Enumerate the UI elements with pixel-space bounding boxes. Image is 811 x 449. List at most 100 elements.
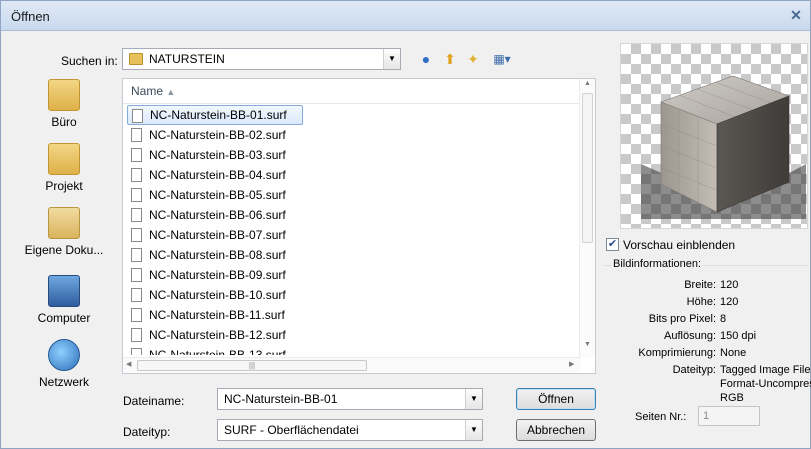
width-label: Breite: [684, 279, 716, 291]
up-folder-icon[interactable]: ⬆ [441, 50, 459, 68]
title-bar: Öffnen ✕ [1, 1, 810, 31]
file-name: NC-Naturstein-BB-12.surf [149, 328, 286, 342]
document-icon [131, 268, 142, 282]
document-icon [131, 328, 142, 342]
place-eigene-dokumente[interactable]: Eigene Doku... [9, 207, 119, 257]
file-name: NC-Naturstein-BB-03.surf [149, 148, 286, 162]
network-icon [48, 339, 80, 371]
file-row[interactable]: NC-Naturstein-BB-09.surf [127, 265, 303, 285]
place-computer[interactable]: Computer [9, 275, 119, 325]
preview-image [620, 43, 808, 229]
horizontal-scrollbar[interactable]: ◀ ||| ▶ [123, 357, 581, 373]
horizontal-scroll-thumb[interactable]: ||| [137, 360, 367, 371]
vertical-scrollbar[interactable]: ▲ ▼ [579, 79, 595, 357]
lookin-value: NATURSTEIN [149, 52, 225, 66]
place-label: Netzwerk [38, 375, 89, 389]
pages-label: Seiten Nr.: [635, 411, 687, 423]
file-name: NC-Naturstein-BB-01.surf [150, 108, 287, 122]
file-name: NC-Naturstein-BB-06.surf [149, 208, 286, 222]
chevron-down-icon[interactable]: ▼ [465, 389, 482, 409]
filetype-info-label: Dateityp: [672, 364, 716, 376]
document-icon [131, 348, 142, 355]
file-name: NC-Naturstein-BB-13.surf [149, 348, 286, 355]
place-label: Eigene Doku... [24, 243, 104, 257]
height-label: Höhe: [686, 296, 716, 308]
file-row[interactable]: NC-Naturstein-BB-01.surf [127, 105, 303, 125]
sort-ascending-icon: ▲ [166, 87, 176, 97]
file-name: NC-Naturstein-BB-07.surf [149, 228, 286, 242]
file-row[interactable]: NC-Naturstein-BB-08.surf [127, 245, 303, 265]
resolution-label: Auflösung: [664, 330, 716, 342]
width-value: 120 [720, 279, 739, 291]
file-name: NC-Naturstein-BB-08.surf [149, 248, 286, 262]
filetype-value: SURF - Oberflächendatei [224, 423, 359, 437]
column-header-name[interactable]: Name ▲ [123, 79, 581, 104]
show-preview-checkbox[interactable]: ✔ [606, 238, 619, 251]
back-icon[interactable]: ● [417, 50, 435, 68]
lookin-combo[interactable]: NATURSTEIN ▼ [122, 48, 401, 70]
show-preview-label: Vorschau einblenden [623, 238, 736, 252]
document-icon [131, 188, 142, 202]
filetype-info-value-1: Tagged Image File [720, 364, 811, 376]
chevron-down-icon[interactable]: ▼ [465, 420, 482, 440]
document-icon [131, 128, 142, 142]
filetype-select[interactable]: SURF - Oberflächendatei ▼ [217, 419, 483, 441]
file-row[interactable]: NC-Naturstein-BB-05.surf [127, 185, 303, 205]
close-icon[interactable]: ✕ [788, 7, 804, 23]
file-list[interactable]: Name ▲ NC-Naturstein-BB-01.surf NC-Naturs… [122, 78, 596, 374]
lookin-label: Suchen in: [61, 54, 118, 68]
file-row[interactable]: NC-Naturstein-BB-11.surf [127, 305, 303, 325]
file-row[interactable]: NC-Naturstein-BB-07.surf [127, 225, 303, 245]
image-info-keys: Breite: Höhe: Bits pro Pixel: Auflösung:… [604, 279, 716, 389]
place-projekt[interactable]: Projekt [9, 143, 119, 193]
document-icon [131, 148, 142, 162]
cancel-button[interactable]: Abbrechen [516, 419, 596, 441]
document-icon [132, 109, 143, 123]
file-row[interactable]: NC-Naturstein-BB-13.surf [127, 345, 303, 355]
document-icon [131, 208, 142, 222]
view-menu-icon[interactable]: ▦▾ [489, 50, 515, 68]
place-netzwerk[interactable]: Netzwerk [9, 339, 119, 389]
file-name: NC-Naturstein-BB-11.surf [149, 308, 285, 322]
file-name: NC-Naturstein-BB-02.surf [149, 128, 286, 142]
document-icon [131, 248, 142, 262]
document-icon [131, 228, 142, 242]
scroll-up-icon[interactable]: ▲ [584, 80, 591, 87]
compression-label: Komprimierung: [638, 347, 716, 359]
filename-label: Dateiname: [123, 394, 185, 408]
open-button[interactable]: Öffnen [516, 388, 596, 410]
scroll-left-icon[interactable]: ◀ [126, 360, 131, 368]
filename-field[interactable]: NC-Naturstein-BB-01 ▼ [217, 388, 483, 410]
file-row[interactable]: NC-Naturstein-BB-06.surf [127, 205, 303, 225]
chevron-down-icon[interactable]: ▼ [383, 49, 400, 69]
places-bar: Büro Projekt Eigene Doku... Computer Net… [9, 71, 119, 401]
window-title: Öffnen [11, 9, 50, 24]
document-icon [131, 308, 142, 322]
scroll-right-icon[interactable]: ▶ [569, 360, 574, 368]
scroll-down-icon[interactable]: ▼ [584, 341, 591, 348]
filetype-label: Dateityp: [123, 425, 171, 439]
place-buero[interactable]: Büro [9, 79, 119, 129]
bpp-value: 8 [720, 313, 727, 325]
stone-cube-image [641, 75, 806, 219]
place-label: Projekt [45, 179, 83, 193]
file-name: NC-Naturstein-BB-04.surf [149, 168, 286, 182]
vertical-scroll-thumb[interactable] [582, 93, 593, 243]
documents-folder-icon [48, 207, 80, 239]
open-dialog: Öffnen ✕ Suchen in: NATURSTEIN ▼ ● ⬆ ✦ ▦… [0, 0, 811, 449]
file-row[interactable]: NC-Naturstein-BB-04.surf [127, 165, 303, 185]
bpp-label: Bits pro Pixel: [648, 313, 716, 325]
file-row[interactable]: NC-Naturstein-BB-12.surf [127, 325, 303, 345]
resolution-value: 150 dpi [720, 330, 757, 342]
file-name: NC-Naturstein-BB-09.surf [149, 268, 286, 282]
document-icon [131, 288, 142, 302]
folder-icon [48, 79, 80, 111]
file-row[interactable]: NC-Naturstein-BB-02.surf [127, 125, 303, 145]
file-row[interactable]: NC-Naturstein-BB-03.surf [127, 145, 303, 165]
column-header-label: Name ▲ [131, 84, 176, 98]
file-rows: NC-Naturstein-BB-01.surf NC-Naturstein-BB… [123, 105, 581, 355]
new-folder-icon[interactable]: ✦ [464, 50, 482, 68]
pages-field: 1 [698, 406, 760, 426]
document-icon [131, 168, 142, 182]
file-row[interactable]: NC-Naturstein-BB-10.surf [127, 285, 303, 305]
